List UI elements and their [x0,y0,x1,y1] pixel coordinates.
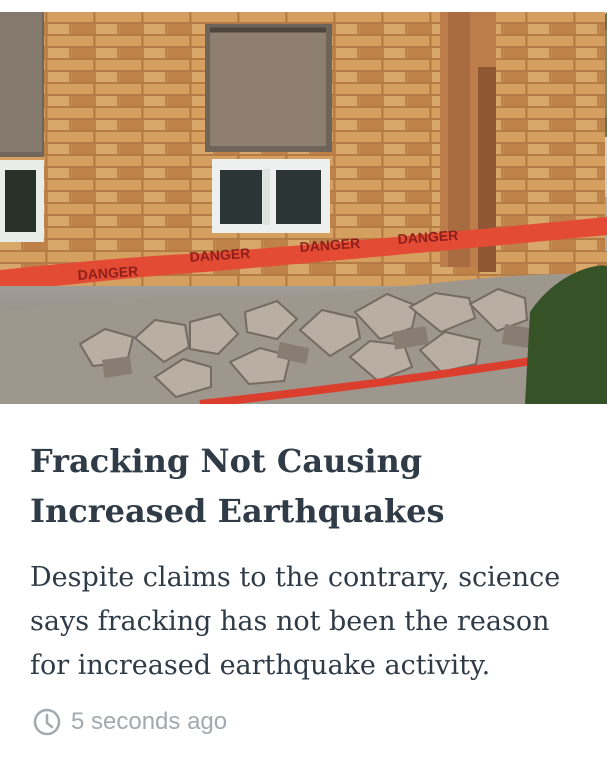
timestamp-text: 5 seconds ago [71,708,228,735]
article-summary: Despite claims to the contrary, science … [30,562,561,681]
damaged-building-illustration: DANGER DANGER DANGER DANGER [0,12,607,404]
news-card[interactable]: DANGER DANGER DANGER DANGER Fracking Not… [0,0,607,766]
article-image[interactable]: DANGER DANGER DANGER DANGER [0,12,607,404]
article-timestamp: 5 seconds ago [33,704,227,740]
article-title[interactable]: Fracking Not Causing Increased Earthquak… [30,436,590,536]
clock-icon [33,708,61,736]
